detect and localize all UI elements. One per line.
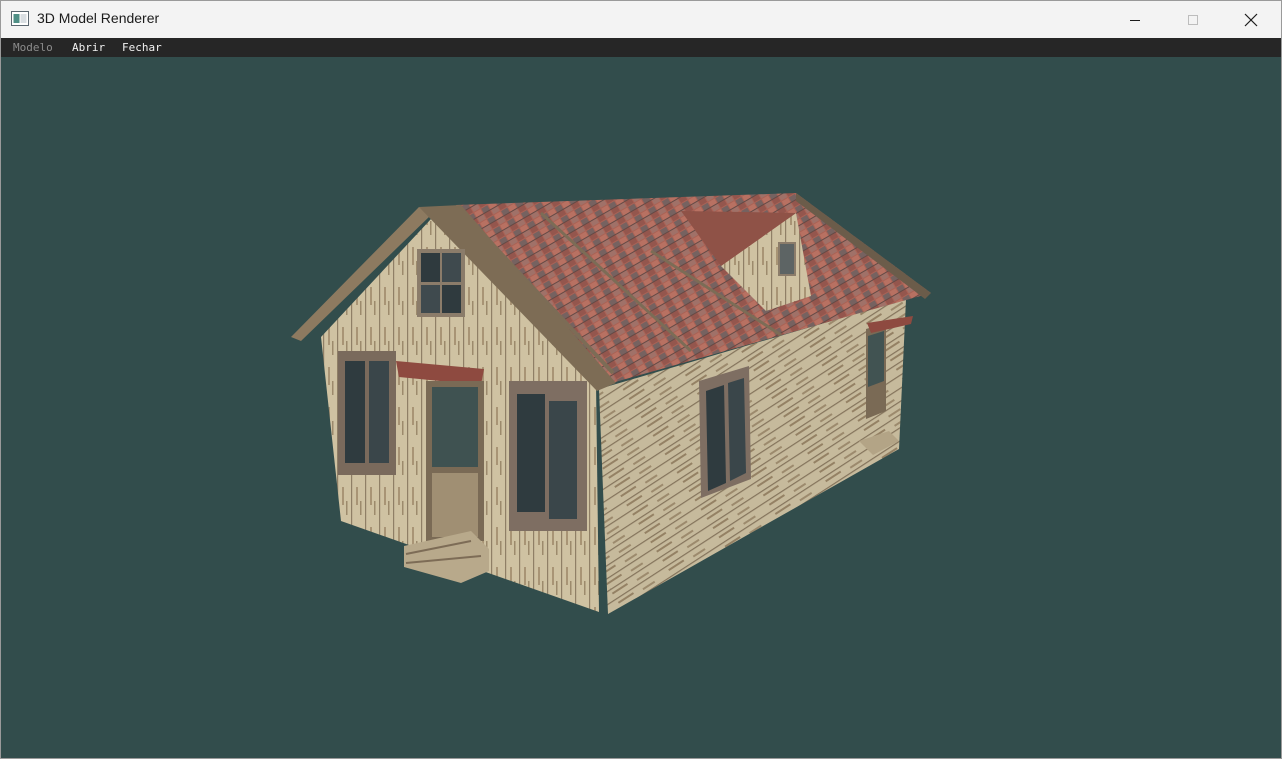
minimize-button[interactable] <box>1106 1 1164 38</box>
menu-bar: Modelo Abrir Fechar <box>1 38 1281 57</box>
window-title: 3D Model Renderer <box>37 10 160 26</box>
minimize-icon <box>1130 19 1140 21</box>
menu-item-fechar[interactable]: Fechar <box>122 41 162 54</box>
close-button[interactable] <box>1222 1 1280 38</box>
maximize-button[interactable] <box>1164 1 1222 38</box>
render-viewport[interactable] <box>1 57 1281 758</box>
app-icon <box>11 11 29 26</box>
menu-item-abrir[interactable]: Abrir <box>72 41 105 54</box>
close-icon <box>1244 13 1258 26</box>
title-bar[interactable]: 3D Model Renderer <box>1 1 1281 38</box>
menu-item-modelo: Modelo <box>13 41 53 54</box>
maximize-icon <box>1188 14 1198 25</box>
house-model <box>291 193 931 614</box>
app-window: 3D Model Renderer Modelo Abrir Fechar <box>0 0 1282 759</box>
